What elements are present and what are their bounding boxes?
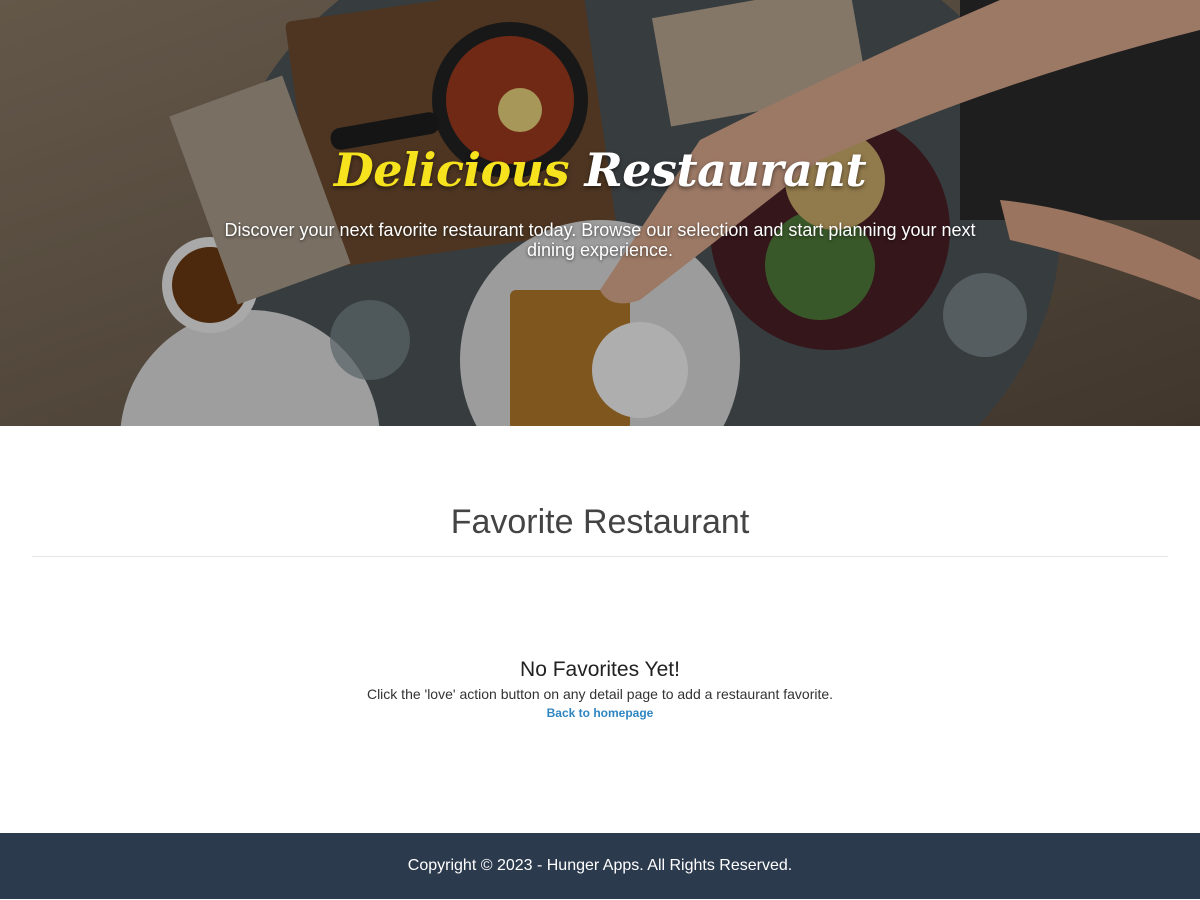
empty-state: No Favorites Yet! Click the 'love' actio… [32, 657, 1168, 722]
hero-title-rest: Restaurant [584, 143, 867, 197]
main-content: Favorite Restaurant No Favorites Yet! Cl… [32, 426, 1168, 722]
page-title: Favorite Restaurant [32, 504, 1168, 557]
hero-title: Delicious Restaurant [0, 140, 1200, 200]
hero-content: Delicious Restaurant Discover your next … [0, 140, 1200, 260]
hero-title-accent: Delicious [333, 143, 570, 197]
footer-copyright: Copyright © 2023 - Hunger Apps. All Righ… [407, 857, 793, 874]
back-to-homepage-link[interactable]: Back to homepage [547, 705, 654, 721]
footer: Copyright © 2023 - Hunger Apps. All Righ… [0, 833, 1200, 899]
hero-tagline: Discover your next favorite restaurant t… [224, 220, 976, 260]
hero-banner: Delicious Restaurant Discover your next … [0, 0, 1200, 426]
empty-state-description: Click the 'love' action button on any de… [366, 686, 834, 702]
empty-state-title: No Favorites Yet! [520, 658, 680, 681]
